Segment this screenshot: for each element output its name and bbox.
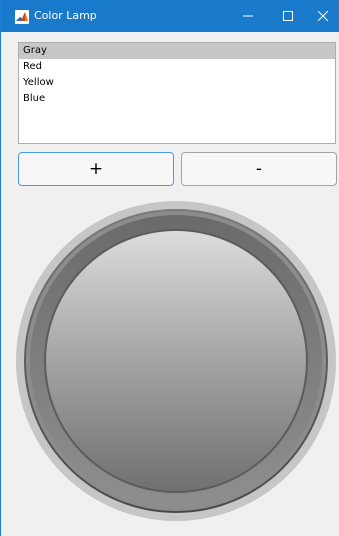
close-button[interactable] (306, 0, 339, 32)
minimize-icon (243, 11, 253, 21)
lamp (15, 200, 339, 524)
list-item-yellow[interactable]: Yellow (19, 75, 335, 91)
lamp-face (46, 231, 306, 491)
list-item-red[interactable]: Red (19, 59, 335, 75)
list-item-gray[interactable]: Gray (19, 43, 335, 59)
list-item-blue[interactable]: Blue (19, 91, 335, 107)
matlab-icon (15, 9, 29, 24)
lamp-graphic (16, 201, 336, 521)
maximize-icon (283, 11, 293, 21)
color-listbox[interactable]: Gray Red Yellow Blue (18, 42, 336, 144)
window-title: Color Lamp (34, 9, 97, 22)
maximize-button[interactable] (271, 0, 305, 32)
minimize-button[interactable] (231, 0, 265, 32)
app-window: Color Lamp Gray Red Yellow Blue + - (0, 0, 339, 536)
minus-button[interactable]: - (181, 152, 337, 186)
plus-button[interactable]: + (18, 152, 174, 186)
title-bar[interactable]: Color Lamp (1, 0, 339, 32)
close-icon (318, 11, 328, 21)
